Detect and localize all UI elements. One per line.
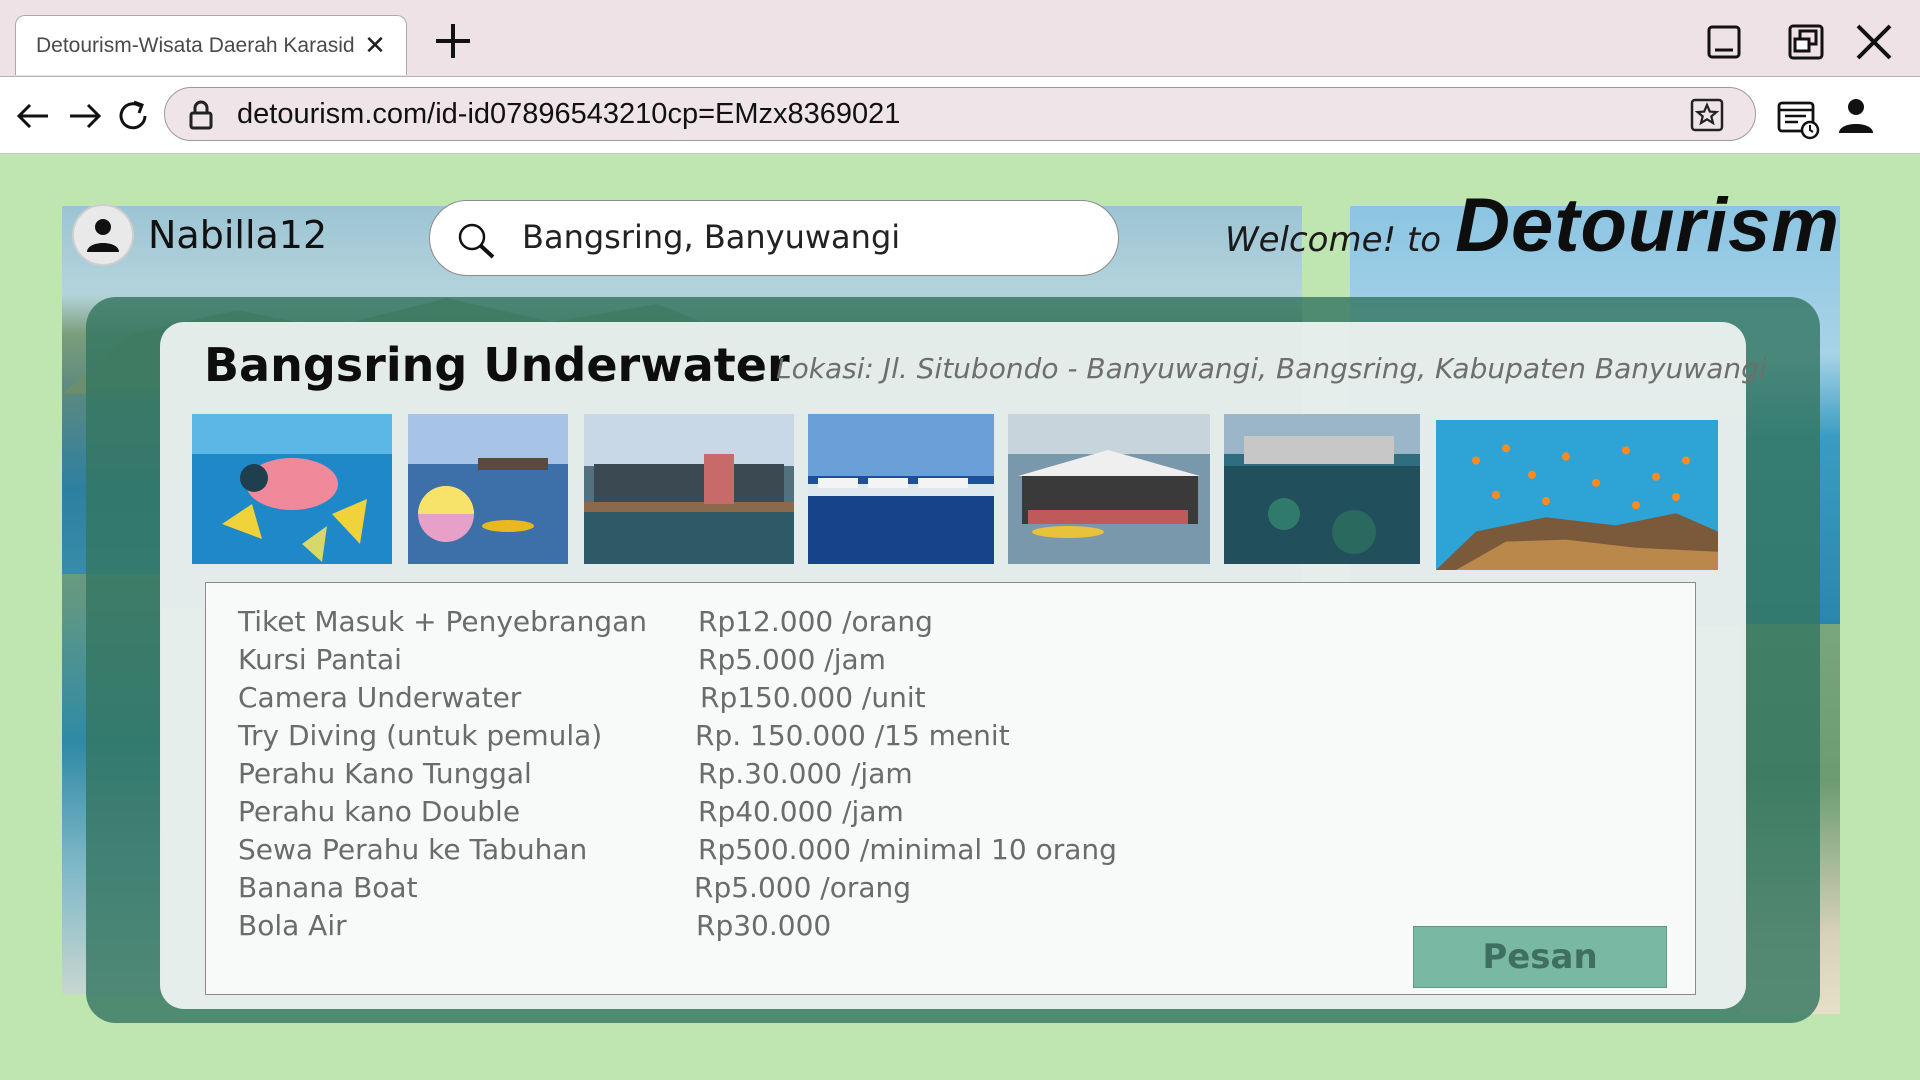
price-value: Rp. 150.000 /15 menit bbox=[695, 719, 1010, 752]
lock-icon bbox=[189, 100, 213, 130]
url-field[interactable]: detourism.com/id-id07896543210cp=EMzx836… bbox=[164, 87, 1756, 141]
gallery-photo-water-ball[interactable] bbox=[408, 414, 568, 564]
price-item-label: Bola Air bbox=[238, 909, 347, 942]
back-arrow-icon[interactable] bbox=[14, 97, 52, 135]
price-item-label: Kursi Pantai bbox=[238, 643, 402, 676]
price-value: Rp40.000 /jam bbox=[698, 795, 904, 828]
gallery-photo-huts[interactable] bbox=[808, 414, 994, 564]
window-close-icon[interactable] bbox=[1852, 20, 1896, 64]
price-value: Rp5.000 /jam bbox=[698, 643, 886, 676]
page-content: Nabilla12 Welcome! to Detourism Bangsrin… bbox=[0, 154, 1920, 1080]
forward-arrow-icon[interactable] bbox=[66, 97, 104, 135]
price-item-label: Perahu kano Double bbox=[238, 795, 521, 828]
gallery-photo-snorkeling[interactable] bbox=[192, 414, 392, 564]
welcome-text: Welcome! to bbox=[1225, 220, 1442, 260]
order-button[interactable]: Pesan bbox=[1413, 926, 1667, 988]
price-item-label: Tiket Masuk + Penyebrangan bbox=[238, 605, 647, 638]
gallery-photo-floating-dock[interactable] bbox=[584, 414, 794, 564]
price-item-label: Camera Underwater bbox=[238, 681, 522, 714]
browser-tab[interactable]: Detourism-Wisata Daerah Karasid ✕ bbox=[15, 15, 407, 75]
url-text[interactable]: detourism.com/id-id07896543210cp=EMzx836… bbox=[237, 98, 900, 131]
brand-header: Welcome! to Detourism bbox=[1225, 182, 1840, 269]
browser-tab-strip: Detourism-Wisata Daerah Karasid ✕ bbox=[0, 0, 1920, 77]
price-item-label: Sewa Perahu ke Tabuhan bbox=[238, 833, 588, 866]
location-text: Lokasi: Jl. Situbondo - Banyuwangi, Bang… bbox=[776, 352, 1767, 385]
page-title: Bangsring Underwater bbox=[204, 338, 790, 392]
gallery-photo-underwater-view[interactable] bbox=[1224, 414, 1420, 564]
search-icon[interactable] bbox=[456, 221, 496, 261]
restore-icon[interactable] bbox=[1784, 20, 1828, 64]
close-icon[interactable]: ✕ bbox=[362, 33, 388, 59]
price-value: Rp150.000 /unit bbox=[700, 681, 926, 714]
avatar[interactable] bbox=[72, 204, 134, 266]
destination-card: Bangsring Underwater Lokasi: Jl. Situbon… bbox=[160, 322, 1767, 1009]
favorite-star-icon[interactable] bbox=[1689, 97, 1725, 133]
site-logo[interactable]: Detourism bbox=[1455, 182, 1840, 269]
photo-gallery bbox=[192, 414, 1718, 570]
extensions-icon[interactable] bbox=[1776, 97, 1820, 141]
username: Nabilla12 bbox=[148, 213, 328, 257]
price-value: Rp.30.000 /jam bbox=[698, 757, 913, 790]
user-icon bbox=[87, 219, 119, 252]
search-input[interactable] bbox=[522, 217, 1082, 257]
price-item-label: Banana Boat bbox=[238, 871, 418, 904]
gallery-photo-pier-crowd[interactable] bbox=[1008, 414, 1210, 564]
gallery-photo-coral-fish[interactable] bbox=[1436, 420, 1718, 570]
minimize-icon[interactable] bbox=[1702, 20, 1746, 64]
user-profile: Nabilla12 bbox=[72, 204, 327, 266]
price-value: Rp500.000 /minimal 10 orang bbox=[698, 833, 1117, 866]
reload-icon[interactable] bbox=[114, 97, 152, 135]
price-item-label: Try Diving (untuk pemula) bbox=[238, 719, 603, 752]
price-value: Rp30.000 bbox=[696, 909, 832, 942]
price-list: Tiket Masuk + Penyebrangan Rp12.000 /ora… bbox=[205, 582, 1696, 995]
price-item-label: Perahu Kano Tunggal bbox=[238, 757, 532, 790]
search-bar[interactable] bbox=[429, 200, 1119, 276]
plus-icon[interactable] bbox=[430, 18, 476, 64]
price-value: Rp5.000 /orang bbox=[694, 871, 912, 904]
price-value: Rp12.000 /orang bbox=[698, 605, 933, 638]
tab-title: Detourism-Wisata Daerah Karasid bbox=[36, 33, 355, 57]
profile-icon[interactable] bbox=[1836, 95, 1876, 137]
address-bar: detourism.com/id-id07896543210cp=EMzx836… bbox=[0, 77, 1920, 154]
